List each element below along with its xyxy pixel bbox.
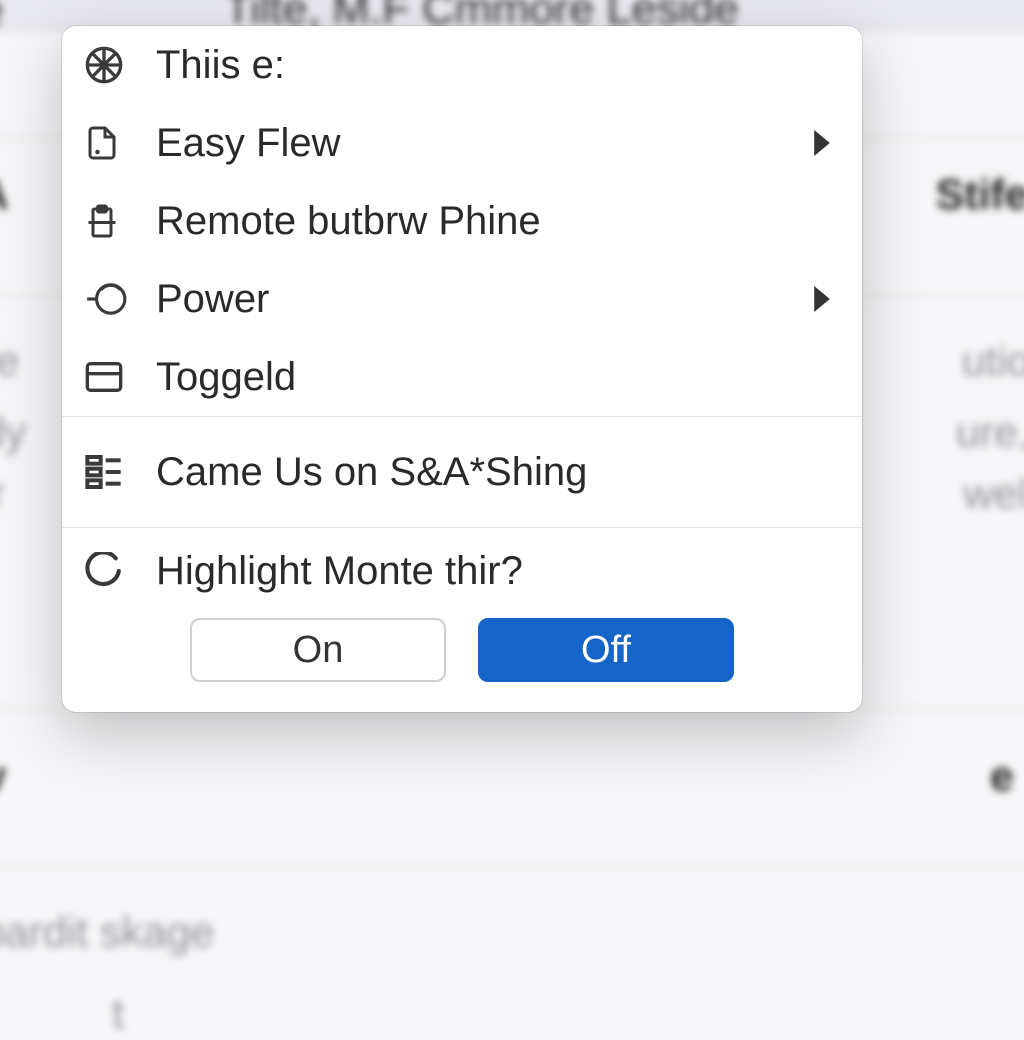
chevron-right-icon	[810, 130, 834, 156]
menu-item-easy-flew[interactable]: Easy Flew	[62, 104, 862, 182]
menu-item-label: Easy Flew	[148, 121, 810, 166]
toggle-on-button[interactable]: On	[190, 618, 446, 682]
menu-item-thiise[interactable]: Thiis e:	[62, 26, 862, 104]
menu-item-power[interactable]: Power	[62, 260, 862, 338]
highlight-prompt-label: Highlight Monte thir?	[148, 549, 834, 594]
list-icon	[84, 452, 148, 492]
refresh-icon	[84, 552, 148, 590]
highlight-toggle-row: On Off	[62, 614, 862, 712]
grid-icon	[84, 45, 148, 85]
bg-text-a: ure	[0, 337, 19, 386]
bg-text-rc: wel th	[963, 469, 1024, 518]
bg-heading-right: Stife.	[936, 170, 1024, 219]
bg-text-c: hir	[0, 469, 5, 518]
menu-item-toggeld[interactable]: Toggeld	[62, 338, 862, 416]
bg-text-rb: ure, pl	[956, 408, 1024, 457]
bg-row-4: Av e	[0, 709, 1024, 867]
bg-text-5a: epardit skage	[0, 908, 214, 957]
clipboard-icon	[84, 200, 148, 242]
menu-item-highlight-prompt: Highlight Monte thir?	[62, 528, 862, 614]
chevron-right-icon	[810, 286, 834, 312]
bg-row-5: epardit skage t	[0, 867, 1024, 1040]
dropdown-popover: Thiis e: Easy Flew	[62, 26, 862, 712]
popover-section-2: Came Us on S&A*Shing	[62, 416, 862, 527]
popover-section-1: Thiis e: Easy Flew	[62, 26, 862, 416]
bg-text-b: ndy	[0, 408, 26, 457]
menu-item-label: Remote butbrw Phine	[148, 199, 834, 244]
bg-text-5b: t	[112, 989, 124, 1038]
menu-item-remote[interactable]: Remote butbrw Phine	[62, 182, 862, 260]
bg-text-ra: ution	[962, 337, 1024, 386]
toggle-off-button[interactable]: Off	[478, 618, 734, 682]
bg-heading-left: t A	[0, 170, 9, 219]
file-icon	[84, 123, 148, 163]
menu-item-label: Thiis e:	[148, 43, 834, 88]
bg-heading2-right: e	[990, 752, 1014, 801]
menu-item-label: Came Us on S&A*Shing	[148, 450, 834, 495]
popover-section-3: Highlight Monte thir? On Off	[62, 527, 862, 712]
window-icon	[84, 360, 148, 394]
menu-item-label: Toggeld	[148, 355, 834, 400]
menu-item-label: Power	[148, 277, 810, 322]
bg-heading2-left: Av	[0, 752, 6, 801]
power-globe-icon	[84, 279, 148, 319]
menu-item-came-us[interactable]: Came Us on S&A*Shing	[62, 417, 862, 527]
